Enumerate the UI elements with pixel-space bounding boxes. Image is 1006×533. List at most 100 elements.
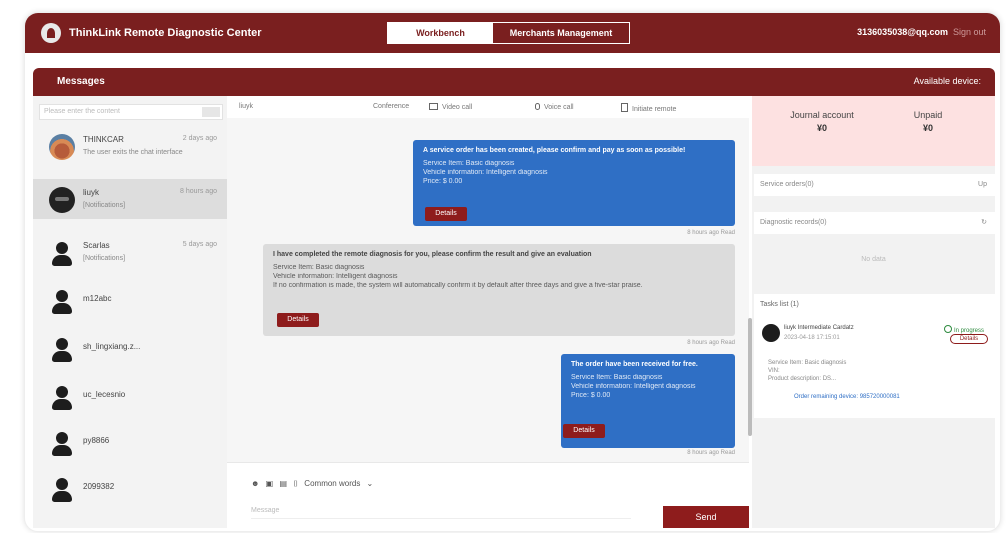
available-device[interactable]: Available device: — [914, 76, 981, 86]
contact-name: sh_lingxiang.z... — [83, 342, 141, 351]
details-button[interactable]: Details — [277, 313, 319, 327]
attachment-icon[interactable]: ⌷ — [293, 479, 298, 488]
contact-name: m12abc — [83, 294, 112, 303]
app-title: ThinkLink Remote Diagnostic Center — [69, 27, 262, 39]
message-service: Service Item: Basic diagnosis — [273, 264, 365, 271]
contact-search-input[interactable]: Please enter the content — [39, 104, 223, 120]
service-orders-toggle[interactable]: Up — [978, 174, 987, 196]
contact-time: 5 days ago — [182, 241, 217, 248]
contact-name: py8866 — [83, 436, 110, 445]
common-words-dropdown[interactable]: Common words — [304, 479, 360, 488]
contact-name: uc_lecesnio — [83, 390, 126, 399]
contact-item-6[interactable]: uc_lecesnio — [33, 376, 227, 416]
send-button[interactable]: Send — [663, 506, 749, 528]
tasks-list-header: Tasks list (1) — [754, 294, 995, 316]
voice-call-button[interactable]: Voice call — [535, 103, 574, 111]
message-vehicle: Vehicle information: Intelligent diagnos… — [571, 383, 696, 390]
contact-name: liuyk — [83, 188, 100, 197]
contact-preview: The user exits the chat interface — [83, 149, 183, 156]
voice-call-label: Voice call — [544, 104, 574, 111]
message-composer: ☻ ▣ ▤ ⌷ Common words ⌄ Message Send — [227, 462, 749, 528]
contact-item-8[interactable]: 2099382 — [33, 468, 227, 508]
message-service: Service Item: Basic diagnosis — [571, 374, 663, 381]
chat-peer-name: liuyk — [239, 103, 254, 110]
sign-out-link[interactable]: Sign out — [953, 27, 986, 37]
app-window: ThinkLink Remote Diagnostic Center Workb… — [24, 12, 1001, 532]
avatar — [49, 134, 75, 160]
microphone-icon — [535, 103, 540, 110]
file-icon[interactable]: ▤ — [279, 479, 287, 488]
details-button[interactable]: Details — [425, 207, 467, 221]
tab-workbench[interactable]: Workbench — [388, 23, 493, 43]
contact-item-5[interactable]: sh_lingxiang.z... — [33, 328, 227, 368]
message-service: Service Item: Basic diagnosis — [423, 160, 515, 167]
chat-panel: liuyk Conference Video call Voice call I… — [227, 96, 749, 462]
message-price: Price: $ 0.00 — [423, 178, 463, 185]
task-card: liuyk Intermediate Cardatz 2023-04-18 17… — [754, 316, 995, 418]
task-order-link[interactable]: Order remaining device: 985720000081 — [794, 394, 900, 400]
contact-item-scarlas[interactable]: Scarlas 5 days ago [Notifications] — [33, 232, 227, 272]
message-heading: I have completed the remote diagnosis fo… — [273, 251, 592, 258]
task-details-button[interactable]: Details — [950, 334, 988, 344]
tab-merchants-management[interactable]: Merchants Management — [493, 23, 629, 43]
user-email: 3136035038@qq.com — [857, 27, 948, 37]
no-data-text: No data — [861, 256, 886, 263]
diagnostic-records-row[interactable]: Diagnostic records(0) ↻ — [754, 212, 995, 234]
message-heading: The order have been received for free. — [571, 361, 698, 368]
top-bar: ThinkLink Remote Diagnostic Center Workb… — [25, 13, 1000, 53]
unpaid-value: ¥0 — [922, 123, 933, 133]
contact-time: 8 hours ago — [180, 188, 217, 195]
user-icon — [49, 336, 75, 362]
composer-tools: ☻ ▣ ▤ ⌷ Common words ⌄ — [251, 479, 377, 489]
contact-preview: [Notifications] — [83, 202, 126, 209]
task-product: Product description: DS... — [768, 376, 837, 382]
user-icon — [49, 288, 75, 314]
chevron-down-icon: ⌄ — [366, 479, 374, 488]
search-placeholder: Please enter the content — [44, 108, 120, 115]
message-vehicle: Vehicle information: Intelligent diagnos… — [273, 273, 398, 280]
message-stamp: 8 hours ago Read — [687, 230, 735, 236]
refresh-icon[interactable]: ↻ — [981, 212, 987, 234]
image-icon[interactable]: ▣ — [266, 479, 274, 488]
task-vin: VIN: — [768, 368, 780, 374]
avatar — [762, 324, 780, 342]
logo-icon — [41, 23, 61, 43]
message-stamp: 8 hours ago Read — [687, 340, 735, 346]
details-button[interactable]: Details — [563, 424, 605, 438]
video-camera-icon — [429, 103, 438, 110]
task-status: In progress — [944, 325, 984, 334]
user-icon — [49, 240, 75, 266]
contact-preview: [Notifications] — [83, 255, 126, 262]
contact-item-thinkcar[interactable]: THINKCAR 2 days ago The user exits the c… — [33, 126, 227, 166]
service-orders-label: Service orders(0) — [760, 181, 814, 188]
search-button[interactable] — [202, 107, 220, 117]
initiate-remote-button[interactable]: Initiate remote — [621, 103, 676, 113]
service-orders-row[interactable]: Service orders(0) Up — [754, 174, 995, 196]
contact-item-4[interactable]: m12abc — [33, 280, 227, 320]
avatar — [49, 187, 75, 213]
unpaid-label: Unpaid — [913, 110, 943, 120]
video-call-button[interactable]: Video call — [429, 103, 472, 111]
document-icon — [621, 103, 628, 112]
user-icon — [49, 384, 75, 410]
user-icon — [49, 476, 75, 502]
message-bubble-diagnosis-complete: I have completed the remote diagnosis fo… — [263, 244, 735, 336]
contact-name: 2099382 — [83, 482, 115, 491]
account-summary: Journal account ¥0 Unpaid ¥0 — [752, 96, 995, 166]
contact-name: THINKCAR — [83, 135, 124, 144]
message-stamp: 8 hours ago Read — [687, 450, 735, 456]
message-heading: A service order has been created, please… — [423, 147, 686, 154]
journal-account-label: Journal account — [790, 110, 854, 120]
message-note: If no confirmation is made, the system w… — [273, 282, 643, 289]
message-vehicle: Vehicle information: Intelligent diagnos… — [423, 169, 548, 176]
task-name: liuyk Intermediate Cardatz — [784, 325, 854, 331]
messages-title: Messages — [57, 76, 105, 87]
conference-button[interactable]: Conference — [373, 103, 409, 110]
emoji-icon[interactable]: ☻ — [251, 479, 259, 488]
initiate-remote-label: Initiate remote — [632, 106, 677, 113]
message-input[interactable]: Message — [251, 507, 631, 519]
contact-item-7[interactable]: py8866 — [33, 422, 227, 462]
contact-time: 2 days ago — [182, 135, 217, 142]
user-icon — [49, 430, 75, 456]
contact-item-liuyk[interactable]: liuyk 8 hours ago [Notifications] — [33, 179, 227, 219]
